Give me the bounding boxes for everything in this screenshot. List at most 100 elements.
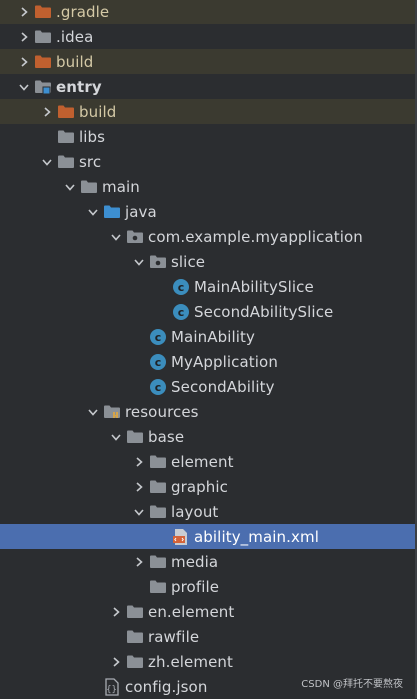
class-icon: c — [149, 374, 169, 399]
chevron-down-icon[interactable] — [39, 149, 55, 174]
folder-icon — [149, 574, 169, 599]
folder-icon — [80, 174, 100, 199]
svg-text:c: c — [155, 356, 162, 369]
chevron-down-icon[interactable] — [62, 174, 78, 199]
tree-row[interactable]: .idea — [0, 24, 417, 49]
tree-row-label: layout — [171, 502, 219, 521]
class-icon: c — [172, 274, 192, 299]
tree-row-label: entry — [56, 77, 102, 96]
folder-icon — [57, 99, 77, 124]
folder-icon — [126, 649, 146, 674]
tree-row-label: rawfile — [148, 627, 200, 646]
chevron-right-icon[interactable] — [16, 0, 32, 24]
chevron-down-icon[interactable] — [16, 74, 32, 99]
tree-row-label: profile — [171, 577, 220, 596]
folder-icon — [149, 549, 169, 574]
folder-icon — [34, 24, 54, 49]
arrow-spacer — [108, 624, 124, 649]
tree-row-label: SecondAbilitySlice — [194, 302, 334, 321]
tree-row-label: main — [102, 177, 140, 196]
tree-row[interactable]: com.example.myapplication — [0, 224, 417, 249]
chevron-right-icon[interactable] — [108, 649, 124, 674]
svg-text:{}: {} — [106, 685, 117, 695]
folder-icon — [126, 624, 146, 649]
svg-text:c: c — [155, 331, 162, 344]
arrow-spacer — [154, 524, 170, 549]
class-icon: c — [149, 324, 169, 349]
tree-row-label: MainAbilitySlice — [194, 277, 314, 296]
tree-row-label: resources — [125, 402, 199, 421]
arrow-spacer — [39, 124, 55, 149]
tree-row-label: graphic — [171, 477, 229, 496]
arrow-spacer — [131, 349, 147, 374]
class-icon: c — [172, 299, 192, 324]
chevron-down-icon[interactable] — [131, 249, 147, 274]
folder-icon — [126, 599, 146, 624]
folder-icon — [57, 124, 77, 149]
chevron-right-icon[interactable] — [16, 24, 32, 49]
tree-row-label: .gradle — [56, 2, 110, 21]
tree-row[interactable]: libs — [0, 124, 417, 149]
folder-icon — [57, 149, 77, 174]
xml-file-icon — [172, 524, 192, 549]
tree-row-label: zh.element — [148, 652, 234, 671]
tree-row[interactable]: en.element — [0, 599, 417, 624]
chevron-down-icon[interactable] — [108, 224, 124, 249]
arrow-spacer — [131, 374, 147, 399]
tree-row[interactable]: c MainAbilitySlice — [0, 274, 417, 299]
tree-row[interactable]: c SecondAbilitySlice — [0, 299, 417, 324]
svg-text:c: c — [155, 381, 162, 394]
tree-row[interactable]: base — [0, 424, 417, 449]
tree-row[interactable]: layout — [0, 499, 417, 524]
tree-row-label: src — [79, 152, 102, 171]
tree-row-label: build — [79, 102, 117, 121]
tree-row[interactable]: element — [0, 449, 417, 474]
tree-row[interactable]: src — [0, 149, 417, 174]
chevron-right-icon[interactable] — [16, 49, 32, 74]
tree-row-label: SecondAbility — [171, 377, 275, 396]
chevron-right-icon[interactable] — [108, 599, 124, 624]
tree-row[interactable]: media — [0, 549, 417, 574]
arrow-spacer — [154, 299, 170, 324]
tree-row[interactable]: entry — [0, 74, 417, 99]
chevron-right-icon[interactable] — [131, 449, 147, 474]
tree-row-label: en.element — [148, 602, 235, 621]
tree-row[interactable]: c MyApplication — [0, 349, 417, 374]
tree-row[interactable]: resources — [0, 399, 417, 424]
chevron-down-icon[interactable] — [85, 399, 101, 424]
tree-row[interactable]: c MainAbility — [0, 324, 417, 349]
tree-row[interactable]: build — [0, 49, 417, 74]
arrow-spacer — [131, 324, 147, 349]
source-folder-icon — [103, 199, 123, 224]
tree-row-label: element — [171, 452, 234, 471]
chevron-down-icon[interactable] — [131, 499, 147, 524]
tree-row-label: base — [148, 427, 185, 446]
tree-row[interactable]: graphic — [0, 474, 417, 499]
chevron-down-icon[interactable] — [85, 199, 101, 224]
tree-row[interactable]: rawfile — [0, 624, 417, 649]
tree-row[interactable]: profile — [0, 574, 417, 599]
tree-row[interactable]: build — [0, 99, 417, 124]
tree-row[interactable]: slice — [0, 249, 417, 274]
tree-row[interactable]: java — [0, 199, 417, 224]
module-folder-icon — [34, 74, 54, 99]
arrow-spacer — [154, 274, 170, 299]
tree-row-label: slice — [171, 252, 206, 271]
folder-icon — [149, 449, 169, 474]
tree-row-label: config.json — [125, 677, 208, 696]
chevron-right-icon[interactable] — [131, 549, 147, 574]
tree-row[interactable]: main — [0, 174, 417, 199]
chevron-down-icon[interactable] — [108, 424, 124, 449]
json-file-icon: {} — [103, 674, 123, 699]
folder-icon — [149, 499, 169, 524]
class-icon: c — [149, 349, 169, 374]
tree-row[interactable]: .gradle — [0, 0, 417, 24]
tree-row[interactable]: ability_main.xml — [0, 524, 417, 549]
tree-row-label: build — [56, 52, 94, 71]
folder-icon — [126, 424, 146, 449]
tree-row[interactable]: c SecondAbility — [0, 374, 417, 399]
tree-row[interactable]: zh.element — [0, 649, 417, 674]
tree-row-label: java — [125, 202, 157, 221]
chevron-right-icon[interactable] — [131, 474, 147, 499]
chevron-right-icon[interactable] — [39, 99, 55, 124]
